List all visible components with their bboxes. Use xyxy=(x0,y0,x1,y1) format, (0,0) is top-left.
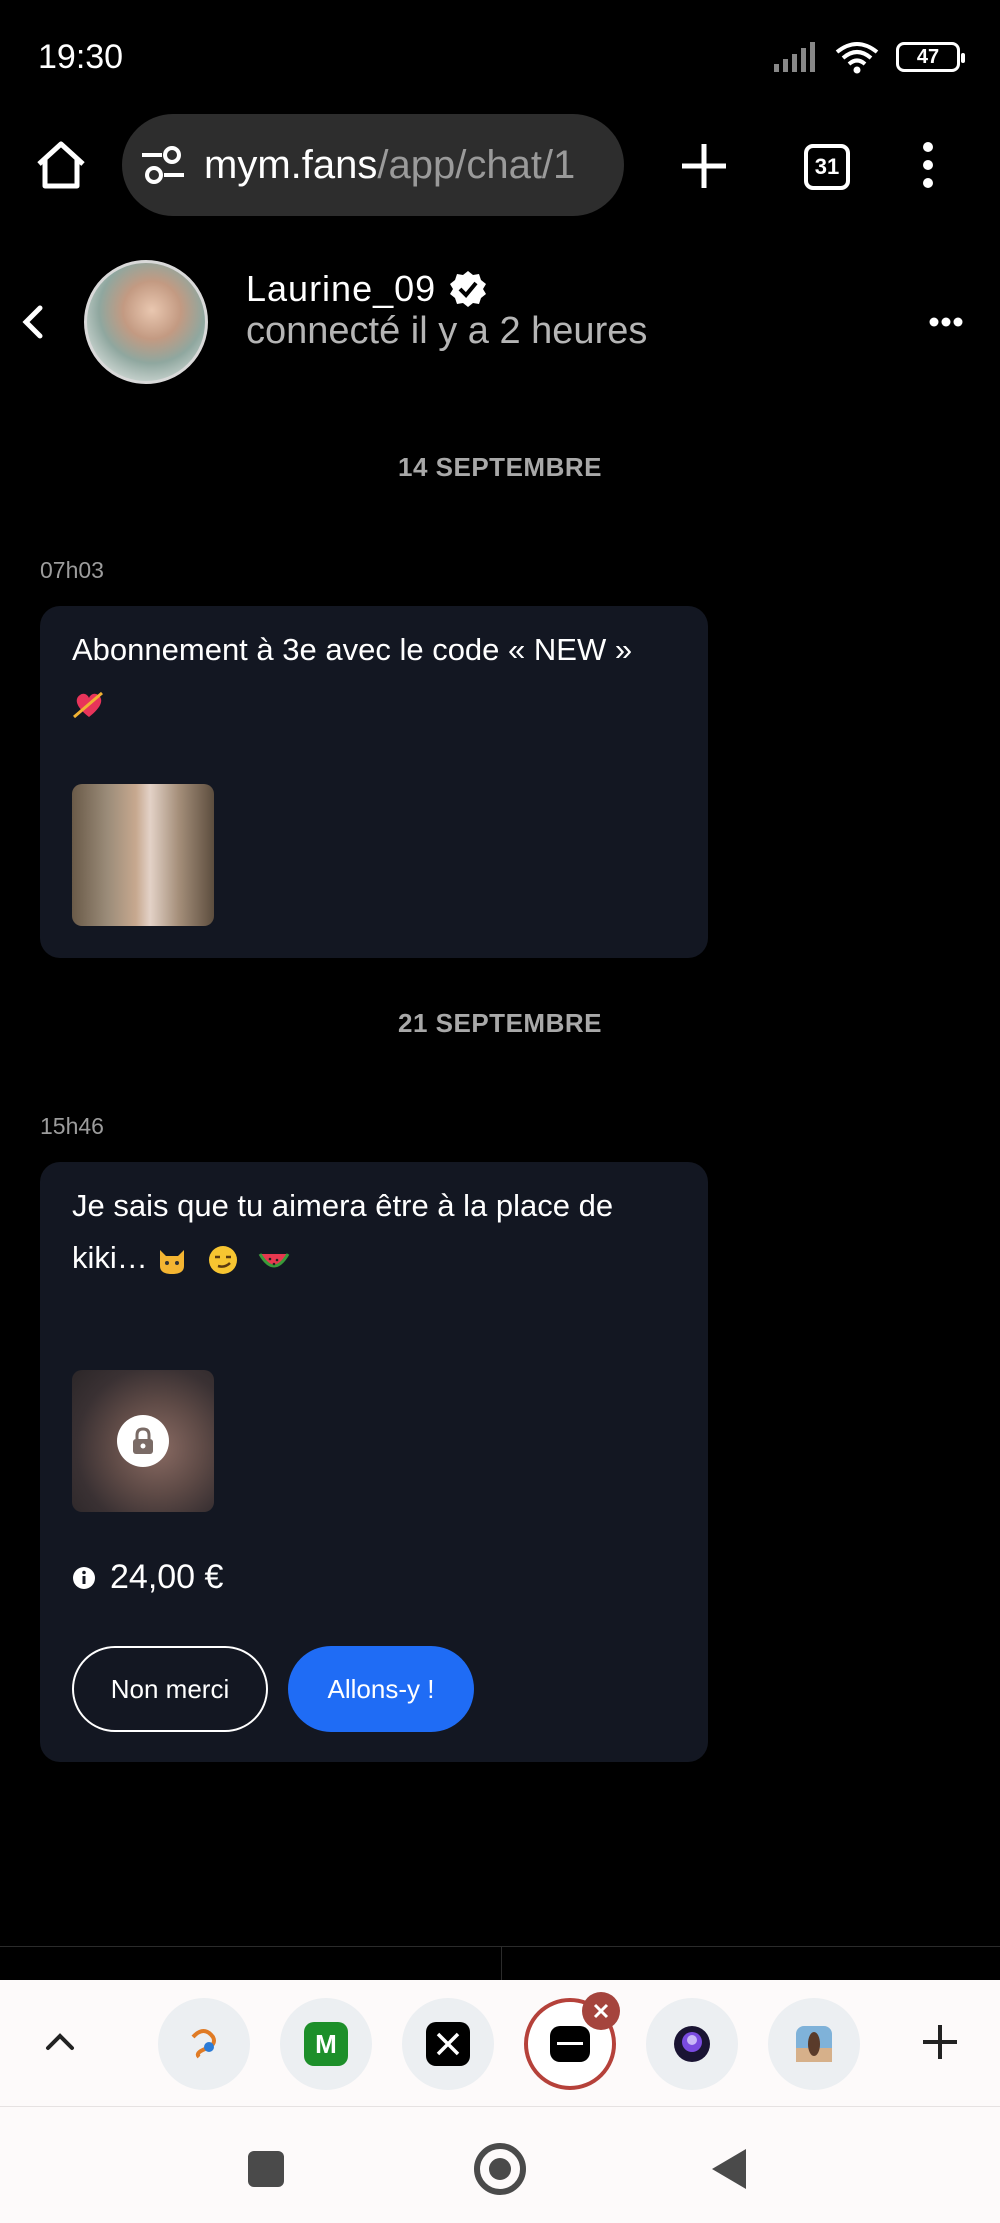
tab-count: 31 xyxy=(814,154,840,179)
tab-strip: M xyxy=(0,1980,1000,2106)
tab-chip-1[interactable] xyxy=(158,1998,250,2090)
system-nav-bar xyxy=(0,2106,1000,2223)
profile-orb-icon xyxy=(674,2026,710,2062)
message-bubble: Abonnement à 3e avec le code « NEW » xyxy=(40,606,708,958)
message-time: 07h03 xyxy=(40,557,104,583)
username: Laurine_09 xyxy=(246,268,437,309)
chevron-left-icon[interactable] xyxy=(18,302,48,342)
address-bar[interactable]: mym.fans/app/chat/1 xyxy=(122,114,624,216)
info-icon[interactable] xyxy=(72,1566,96,1590)
message-text-line: kiki… xyxy=(72,1240,148,1275)
locked-media-thumbnail[interactable] xyxy=(72,1370,214,1512)
recents-icon[interactable] xyxy=(248,2151,284,2187)
tab-chip-5[interactable] xyxy=(646,1998,738,2090)
url-host: mym.fans xyxy=(204,142,378,187)
price: 24,00 € xyxy=(110,1558,224,1596)
plus-icon[interactable] xyxy=(920,2022,960,2062)
x-logo-icon xyxy=(426,2022,470,2066)
status-bar: 19:30 47 xyxy=(0,0,1000,110)
tab-switcher-button[interactable]: 31 xyxy=(804,144,850,190)
back-triangle-icon[interactable] xyxy=(712,2149,746,2189)
chat-header: Laurine_09 connecté il y a 2 heures xyxy=(0,258,1000,388)
watermelon-emoji-icon xyxy=(258,1253,289,1268)
lock-icon xyxy=(117,1415,169,1467)
chevron-up-icon[interactable] xyxy=(42,2024,78,2060)
tab-chip-3[interactable] xyxy=(402,1998,494,2090)
plus-icon[interactable] xyxy=(678,140,730,192)
message-text-line: Abonnement à 3e avec le code « NEW » xyxy=(72,632,633,667)
pretzel-icon xyxy=(191,2029,216,2059)
signal-icon xyxy=(774,42,815,72)
tab-chip-active[interactable] xyxy=(524,1992,620,2090)
url-path: /app/chat/1 xyxy=(377,142,576,187)
message-text: Je sais que tu aimera être à la place de… xyxy=(72,1180,680,1284)
mym-logo-icon xyxy=(550,2026,590,2062)
m-logo-icon: M xyxy=(304,2022,348,2066)
home-icon[interactable] xyxy=(34,138,88,192)
decline-button[interactable]: Non merci xyxy=(72,1646,268,1732)
heart-arrow-emoji-icon xyxy=(73,691,103,718)
battery-level: 47 xyxy=(916,45,940,68)
partial-toolbar xyxy=(0,1946,1000,1981)
message-text-line: Je sais que tu aimera être à la place de xyxy=(72,1188,614,1223)
verified-badge-icon xyxy=(450,271,487,307)
browser-toolbar: mym.fans/app/chat/1 31 xyxy=(0,110,1000,220)
cat-emoji-icon xyxy=(160,1249,185,1274)
divider xyxy=(501,1947,502,1981)
presence-status: connecté il y a 2 heures xyxy=(246,310,648,352)
status-time: 19:30 xyxy=(38,38,124,76)
close-icon[interactable] xyxy=(582,1992,620,2030)
smirk-emoji-icon xyxy=(209,1245,238,1274)
more-vert-icon[interactable] xyxy=(918,140,938,190)
media-thumbnail[interactable] xyxy=(72,784,214,926)
photo-thumbnail-icon xyxy=(796,2026,832,2062)
message-time: 15h46 xyxy=(40,1113,104,1139)
username-row[interactable]: Laurine_09 xyxy=(246,268,488,310)
date-separator: 21 SEPTEMBRE xyxy=(398,1008,602,1038)
accept-button[interactable]: Allons-y ! xyxy=(288,1646,474,1732)
message-text: Abonnement à 3e avec le code « NEW » xyxy=(72,624,680,728)
date-separator: 14 SEPTEMBRE xyxy=(398,452,602,482)
message-bubble: Je sais que tu aimera être à la place de… xyxy=(40,1162,708,1762)
status-icons: 47 xyxy=(774,40,965,74)
home-circle-icon[interactable] xyxy=(474,2143,526,2195)
tab-chip-6[interactable] xyxy=(768,1998,860,2090)
avatar[interactable] xyxy=(84,260,208,384)
more-horiz-icon[interactable] xyxy=(928,316,964,328)
site-settings-icon[interactable] xyxy=(140,145,190,185)
tab-chip-2[interactable]: M xyxy=(280,1998,372,2090)
price-row: 24,00 € xyxy=(72,1558,223,1597)
wifi-icon xyxy=(835,42,879,74)
battery-icon: 47 xyxy=(896,42,965,72)
